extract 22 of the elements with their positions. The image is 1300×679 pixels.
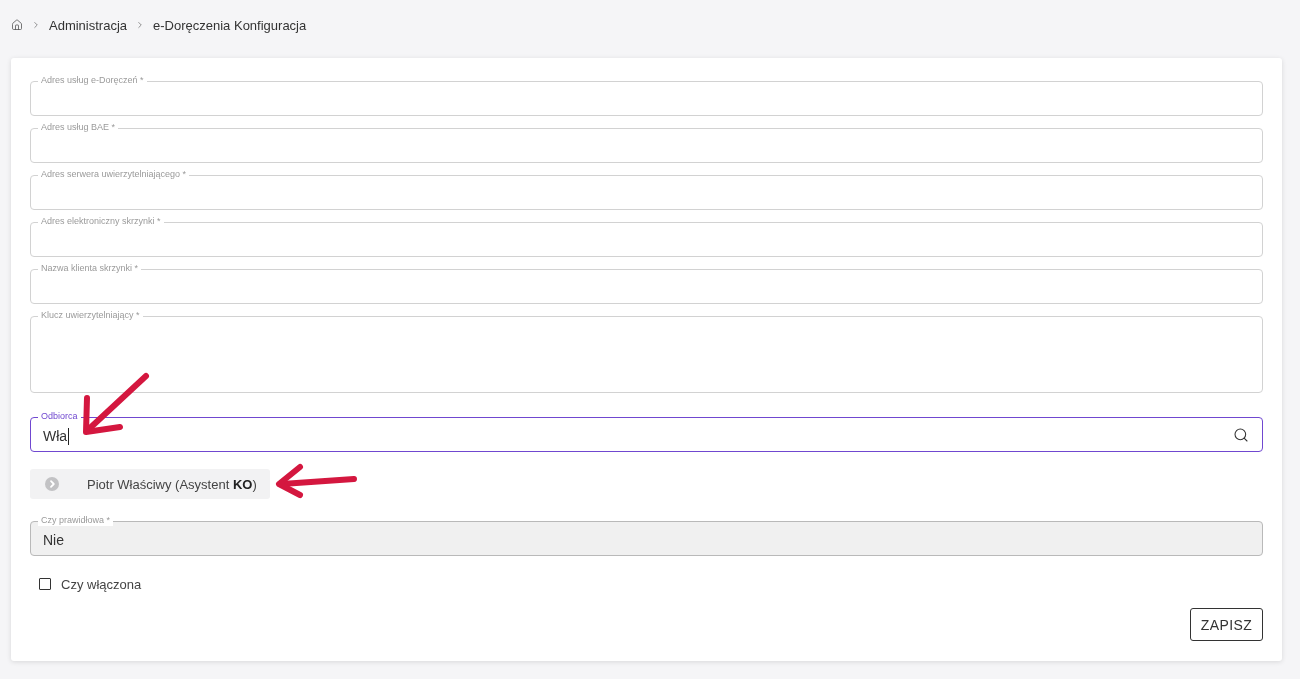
field-value: Nie: [43, 531, 64, 548]
suggestion-item[interactable]: Piotr Właściwy (Asystent KO): [30, 469, 270, 499]
text-cursor-icon: [68, 428, 70, 445]
field-label: Klucz uwierzytelniający *: [38, 310, 143, 321]
chevron-circle-icon: [45, 477, 59, 491]
suggestion-text: Piotr Właściwy (Asystent KO): [87, 476, 257, 492]
chevron-right-icon: [31, 20, 41, 30]
field-label: Adres usług BAE *: [38, 122, 119, 133]
field-value: Wła: [43, 427, 68, 444]
field-label: Adres serwera uwierzytelniającego *: [38, 169, 190, 180]
field-label: Adres usług e-Doręczeń *: [38, 75, 147, 86]
breadcrumb-link[interactable]: e-Doręczenia Konfiguracja: [153, 17, 307, 33]
field-label: Adres elektroniczny skrzynki *: [38, 216, 164, 227]
save-button[interactable]: ZAPISZ: [1190, 608, 1263, 641]
home-icon[interactable]: [11, 19, 23, 31]
field-label: Nazwa klienta skrzynki *: [38, 263, 142, 274]
checkbox[interactable]: [39, 578, 51, 590]
search-icon[interactable]: [1233, 426, 1249, 443]
field-label: Odbiorca: [38, 411, 81, 422]
field-label: Czy prawidłowa *: [38, 515, 114, 526]
checkbox-label: Czy włączona: [61, 576, 142, 592]
breadcrumb-link[interactable]: Administracja: [49, 17, 128, 33]
